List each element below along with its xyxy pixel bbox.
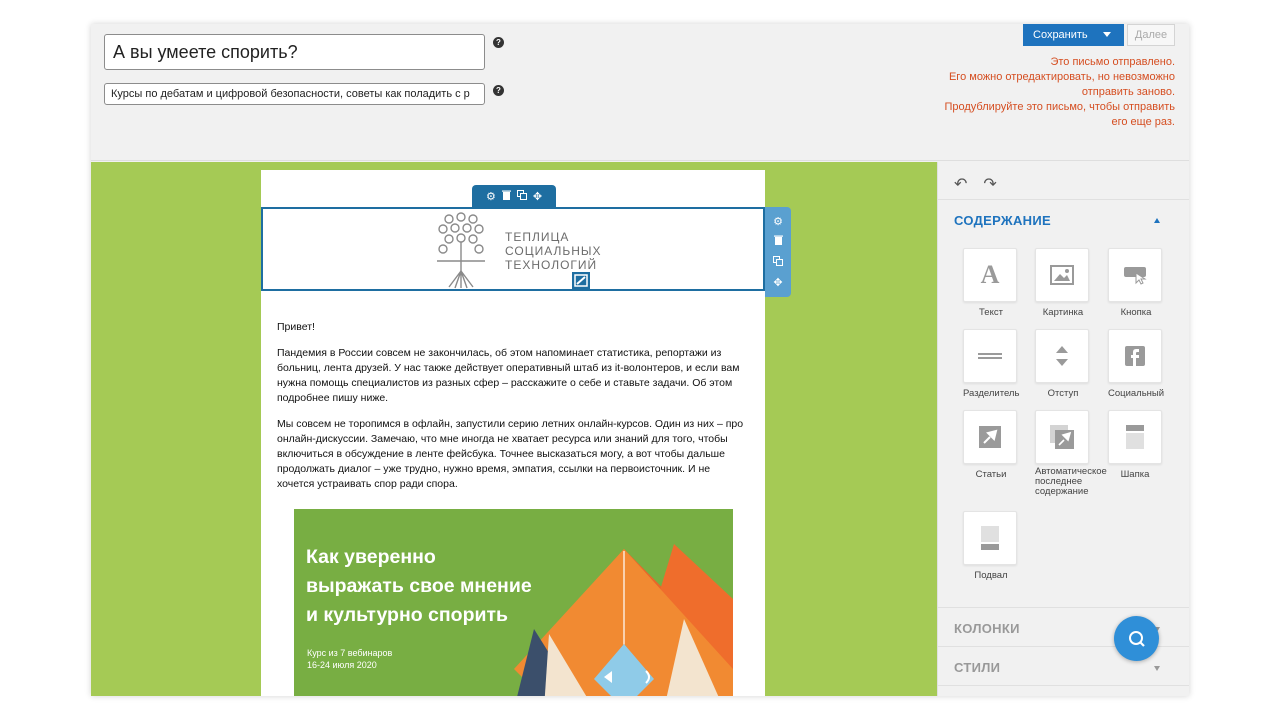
widget-text[interactable]: A Текст: [963, 248, 1019, 318]
edit-icon[interactable]: [572, 272, 590, 289]
move-icon[interactable]: ✥: [533, 190, 542, 203]
next-button[interactable]: Далее: [1127, 24, 1175, 46]
undo-icon[interactable]: ↶: [954, 174, 967, 194]
history-controls: ↶ ↷: [954, 174, 997, 194]
help-icon[interactable]: ?: [493, 85, 504, 96]
section-content-header[interactable]: СОДЕРЖАНИЕ: [954, 213, 1051, 228]
section-styles-header[interactable]: СТИЛИ: [954, 660, 1000, 675]
gear-icon[interactable]: ⚙: [773, 215, 783, 228]
widget-posts[interactable]: Статьи: [963, 410, 1019, 480]
search-icon: [1128, 630, 1145, 647]
help-icon[interactable]: ?: [493, 37, 504, 48]
spacer-icon: [1056, 346, 1068, 366]
footer-icon: [981, 526, 999, 550]
image-icon: [1050, 265, 1074, 285]
preheader-input[interactable]: Курсы по дебатам и цифровой безопасности…: [104, 83, 485, 105]
widget-button[interactable]: Кнопка: [1108, 248, 1164, 318]
gear-icon[interactable]: ⚙: [486, 190, 496, 203]
tree-logo-icon: [437, 212, 485, 289]
widget-header[interactable]: Шапка: [1108, 410, 1164, 480]
widget-divider[interactable]: Разделитель: [963, 329, 1019, 399]
widget-auto-posts[interactable]: Автоматическое последнее содержание: [1035, 410, 1115, 497]
text-icon: A: [980, 260, 1000, 289]
sent-notice: Это письмо отправлено. Его можно отредак…: [944, 56, 1175, 128]
widget-social[interactable]: Социальный: [1108, 329, 1164, 399]
widget-footer[interactable]: Подвал: [963, 511, 1019, 581]
email-text-block[interactable]: Привет! Пандемия в России совсем не зако…: [277, 320, 749, 503]
header-icon: [1126, 425, 1144, 449]
divider-icon: [978, 353, 1002, 359]
facebook-icon: [1125, 346, 1145, 366]
banner-title: Как уверенно выражать свое мнение и куль…: [306, 546, 532, 626]
auto-posts-icon: [1050, 425, 1074, 449]
section-columns-header[interactable]: КОЛОНКИ: [954, 621, 1020, 636]
button-icon: [1124, 267, 1147, 285]
chevron-up-icon[interactable]: [1154, 218, 1160, 223]
block-toolbar: ⚙ ✥: [472, 185, 556, 207]
divider: [938, 607, 1189, 608]
duplicate-icon[interactable]: [773, 255, 783, 269]
logo-block[interactable]: ТЕПЛИЦА СОЦИАЛЬНЫХ ТЕХНОЛОГИЙ: [261, 207, 765, 291]
editor-header: ? Курсы по дебатам и цифровой безопаснос…: [91, 24, 1189, 161]
chevron-down-icon[interactable]: [1154, 666, 1160, 671]
widget-spacer[interactable]: Отступ: [1035, 329, 1091, 399]
duplicate-icon[interactable]: [516, 189, 527, 203]
block-side-toolbar: ⚙ ✥: [765, 207, 791, 297]
help-search-button[interactable]: [1114, 616, 1159, 661]
move-icon[interactable]: ✥: [773, 276, 782, 289]
subject-input[interactable]: [104, 34, 485, 70]
divider: [938, 685, 1189, 686]
redo-icon[interactable]: ↷: [983, 174, 996, 194]
banner-subtitle: Курс из 7 вебинаров 16-24 июля 2020: [307, 648, 393, 670]
chevron-down-icon[interactable]: [1103, 32, 1111, 37]
trash-icon[interactable]: [501, 190, 511, 203]
trash-icon[interactable]: [773, 235, 783, 248]
logo-text: ТЕПЛИЦА СОЦИАЛЬНЫХ ТЕХНОЛОГИЙ: [505, 230, 602, 272]
widget-image[interactable]: Картинка: [1035, 248, 1091, 318]
course-banner-image[interactable]: Как уверенно выражать свое мнение и куль…: [294, 509, 733, 696]
editor-frame: ? Курсы по дебатам и цифровой безопаснос…: [91, 24, 1189, 696]
posts-icon: [979, 426, 1001, 448]
divider: [938, 199, 1189, 200]
widgets-sidebar: ↶ ↷ СОДЕРЖАНИЕ A Текст Картинка Кнопка Р…: [937, 162, 1189, 696]
